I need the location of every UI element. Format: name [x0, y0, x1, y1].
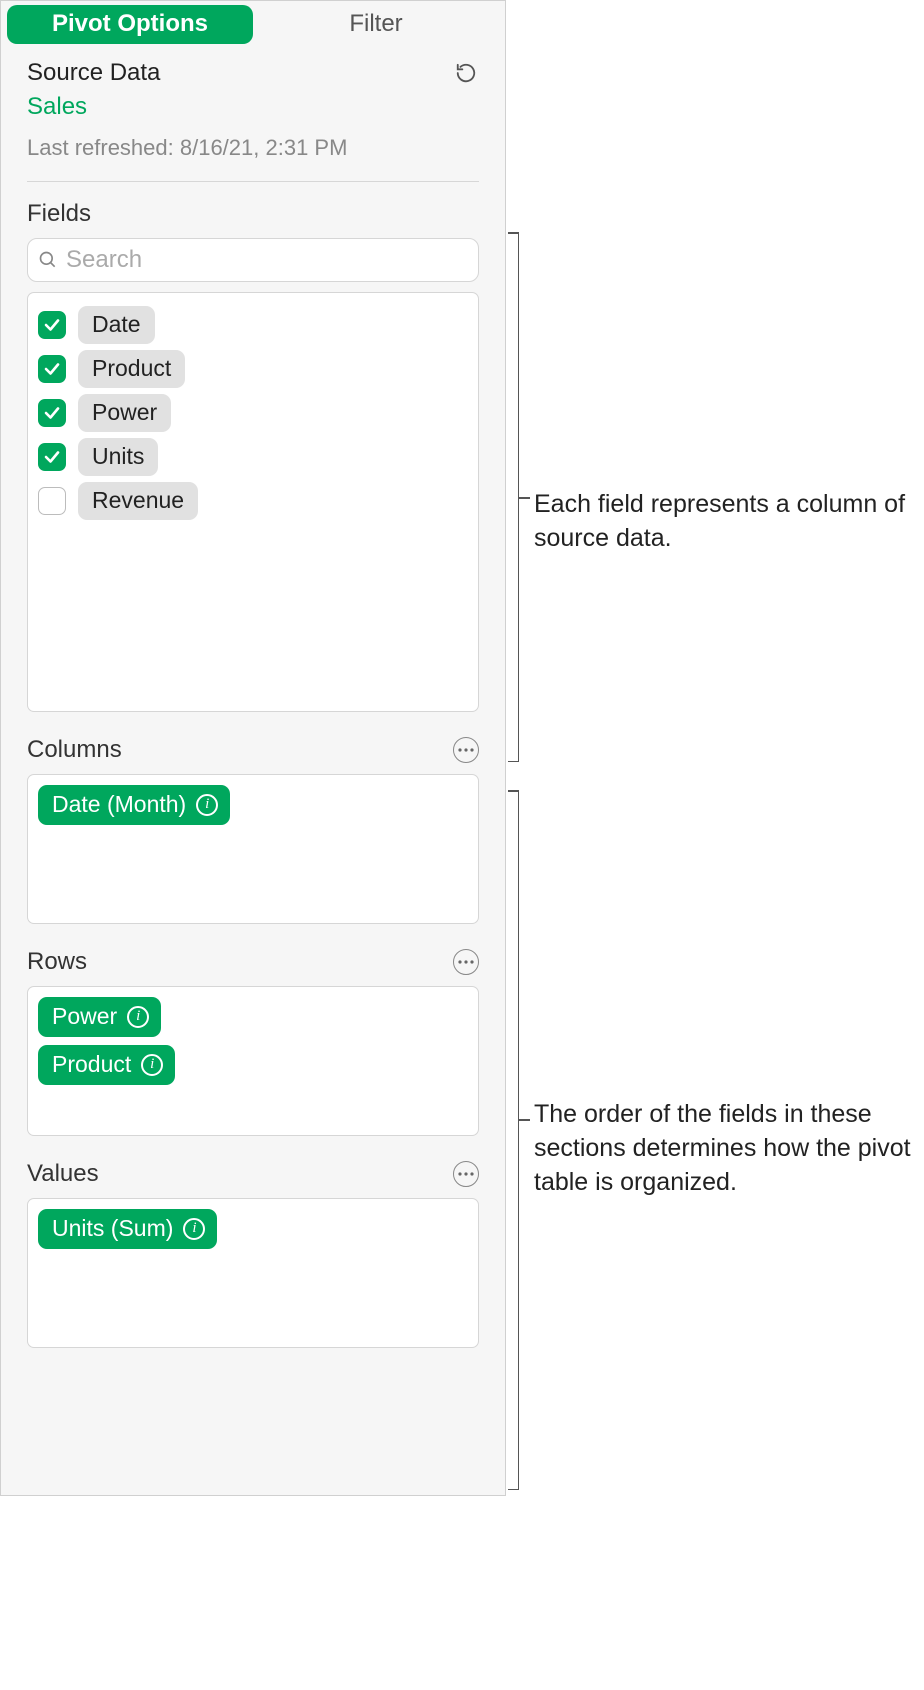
info-icon[interactable]: i [196, 794, 218, 816]
callout-text-zones: The order of the fields in these section… [534, 1098, 914, 1199]
info-icon[interactable]: i [141, 1054, 163, 1076]
callout-text-fields: Each field represents a column of source… [534, 488, 914, 556]
callout-bracket-fields [518, 232, 519, 762]
pill-label: Date (Month) [52, 791, 186, 818]
row-field-power[interactable]: Power i [38, 997, 161, 1037]
check-icon [43, 404, 61, 422]
check-icon [43, 448, 61, 466]
tab-pivot-options[interactable]: Pivot Options [7, 5, 253, 44]
refresh-button[interactable] [453, 60, 479, 86]
source-data-title: Source Data [27, 59, 160, 87]
columns-more-button[interactable] [453, 737, 479, 763]
field-item-product[interactable]: Product [38, 347, 468, 391]
ellipsis-icon [458, 748, 474, 752]
field-item-date[interactable]: Date [38, 303, 468, 347]
field-pill[interactable]: Units [78, 438, 158, 476]
field-pill[interactable]: Date [78, 306, 155, 344]
info-icon[interactable]: i [183, 1218, 205, 1240]
fields-search-input[interactable] [66, 246, 468, 274]
checkbox-product[interactable] [38, 355, 66, 383]
rows-zone[interactable]: Power i Product i [27, 986, 479, 1136]
fields-list: Date Product Power [27, 292, 479, 712]
columns-zone[interactable]: Date (Month) i [27, 774, 479, 924]
callout-bracket-zones [518, 790, 519, 1490]
fields-heading: Fields [27, 200, 479, 228]
tab-filter[interactable]: Filter [253, 5, 499, 44]
field-pill[interactable]: Product [78, 350, 185, 388]
tabbar: Pivot Options Filter [1, 1, 505, 43]
column-field-date-month[interactable]: Date (Month) i [38, 785, 230, 825]
field-pill[interactable]: Revenue [78, 482, 198, 520]
columns-heading: Columns [27, 736, 122, 764]
rows-more-button[interactable] [453, 949, 479, 975]
search-icon [38, 250, 58, 270]
check-icon [43, 316, 61, 334]
last-refreshed-label: Last refreshed: 8/16/21, 2:31 PM [27, 135, 479, 161]
row-field-product[interactable]: Product i [38, 1045, 175, 1085]
checkbox-power[interactable] [38, 399, 66, 427]
checkbox-units[interactable] [38, 443, 66, 471]
pivot-options-panel: Pivot Options Filter Source Data Sales L… [0, 0, 506, 1496]
field-pill[interactable]: Power [78, 394, 171, 432]
info-icon[interactable]: i [127, 1006, 149, 1028]
field-item-revenue[interactable]: Revenue [38, 479, 468, 523]
value-field-units-sum[interactable]: Units (Sum) i [38, 1209, 217, 1249]
values-more-button[interactable] [453, 1161, 479, 1187]
checkbox-revenue[interactable] [38, 487, 66, 515]
fields-search-wrap[interactable] [27, 238, 479, 282]
ellipsis-icon [458, 960, 474, 964]
pill-label: Power [52, 1003, 117, 1030]
source-table-name: Sales [27, 93, 479, 121]
refresh-icon [455, 62, 477, 84]
values-heading: Values [27, 1160, 99, 1188]
pill-label: Units (Sum) [52, 1215, 173, 1242]
pill-label: Product [52, 1051, 131, 1078]
field-item-units[interactable]: Units [38, 435, 468, 479]
rows-heading: Rows [27, 948, 87, 976]
ellipsis-icon [458, 1172, 474, 1176]
checkbox-date[interactable] [38, 311, 66, 339]
field-item-power[interactable]: Power [38, 391, 468, 435]
check-icon [43, 360, 61, 378]
values-zone[interactable]: Units (Sum) i [27, 1198, 479, 1348]
